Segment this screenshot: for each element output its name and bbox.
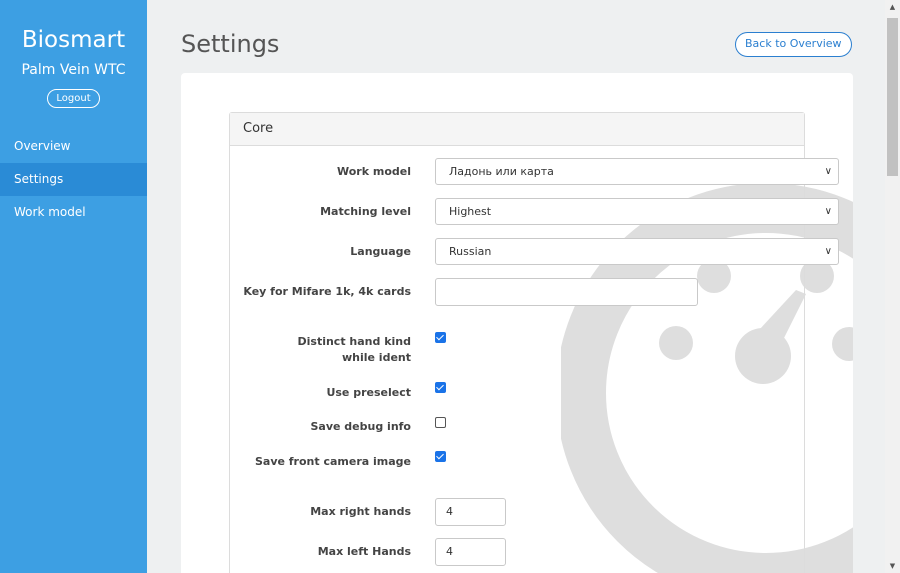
mifare-key-input[interactable] [435, 278, 698, 306]
logout-button[interactable]: Logout [47, 89, 100, 108]
sidebar-item-overview[interactable]: Overview [0, 130, 147, 163]
page-title: Settings [181, 30, 280, 58]
settings-card: Core Work model Ладонь или карта ∨ Match… [181, 73, 853, 573]
brand-title: Biosmart [21, 27, 126, 53]
language-select[interactable]: Russian ∨ [435, 238, 839, 265]
core-panel: Core Work model Ладонь или карта ∨ Match… [229, 112, 839, 573]
distinct-hand-label: Distinct hand kind while ident [297, 335, 412, 364]
matching-level-label: Matching level [320, 205, 411, 218]
save-debug-label: Save debug info [310, 420, 412, 433]
scroll-thumb[interactable] [887, 18, 898, 176]
max-right-hands-label: Max right hands [310, 505, 411, 518]
chevron-down-icon: ∨ [824, 246, 832, 257]
sidebar-nav: Overview Settings Work model [0, 130, 147, 229]
chevron-down-icon: ∨ [824, 166, 832, 177]
matching-level-select[interactable]: Highest ∨ [435, 198, 839, 225]
scroll-down-icon[interactable]: ▼ [885, 559, 900, 573]
max-left-hands-input[interactable]: 4 [435, 538, 506, 566]
language-label: Language [350, 245, 411, 258]
brand: Biosmart Palm Vein WTC Logout [0, 0, 147, 108]
work-model-select[interactable]: Ладонь или карта ∨ [435, 158, 839, 185]
back-to-overview-button[interactable]: Back to Overview [735, 32, 852, 57]
work-model-value: Ладонь или карта [449, 165, 554, 178]
sidebar-item-work-model[interactable]: Work model [0, 196, 147, 229]
panel-title: Core [230, 113, 804, 146]
save-front-camera-label: Save front camera image [254, 455, 411, 468]
sidebar: Biosmart Palm Vein WTC Logout Overview S… [0, 0, 147, 573]
use-preselect-label: Use preselect [326, 386, 411, 399]
scroll-up-icon[interactable]: ▲ [885, 0, 900, 14]
distinct-hand-checkbox[interactable] [435, 332, 446, 343]
work-model-label: Work model [337, 165, 411, 178]
language-value: Russian [449, 245, 492, 258]
max-left-hands-label: Max left Hands [317, 545, 411, 558]
matching-level-value: Highest [449, 205, 492, 218]
use-preselect-checkbox[interactable] [435, 382, 446, 393]
mifare-key-label: Key for Mifare 1k, 4k cards [243, 285, 411, 298]
scrollbar[interactable]: ▲ ▼ [885, 0, 900, 573]
sidebar-item-settings[interactable]: Settings [0, 163, 147, 196]
chevron-down-icon: ∨ [824, 206, 832, 217]
brand-subtitle: Palm Vein WTC [21, 62, 126, 78]
save-debug-checkbox[interactable] [435, 417, 446, 428]
max-right-hands-input[interactable]: 4 [435, 498, 506, 526]
save-front-camera-checkbox[interactable] [435, 451, 446, 462]
